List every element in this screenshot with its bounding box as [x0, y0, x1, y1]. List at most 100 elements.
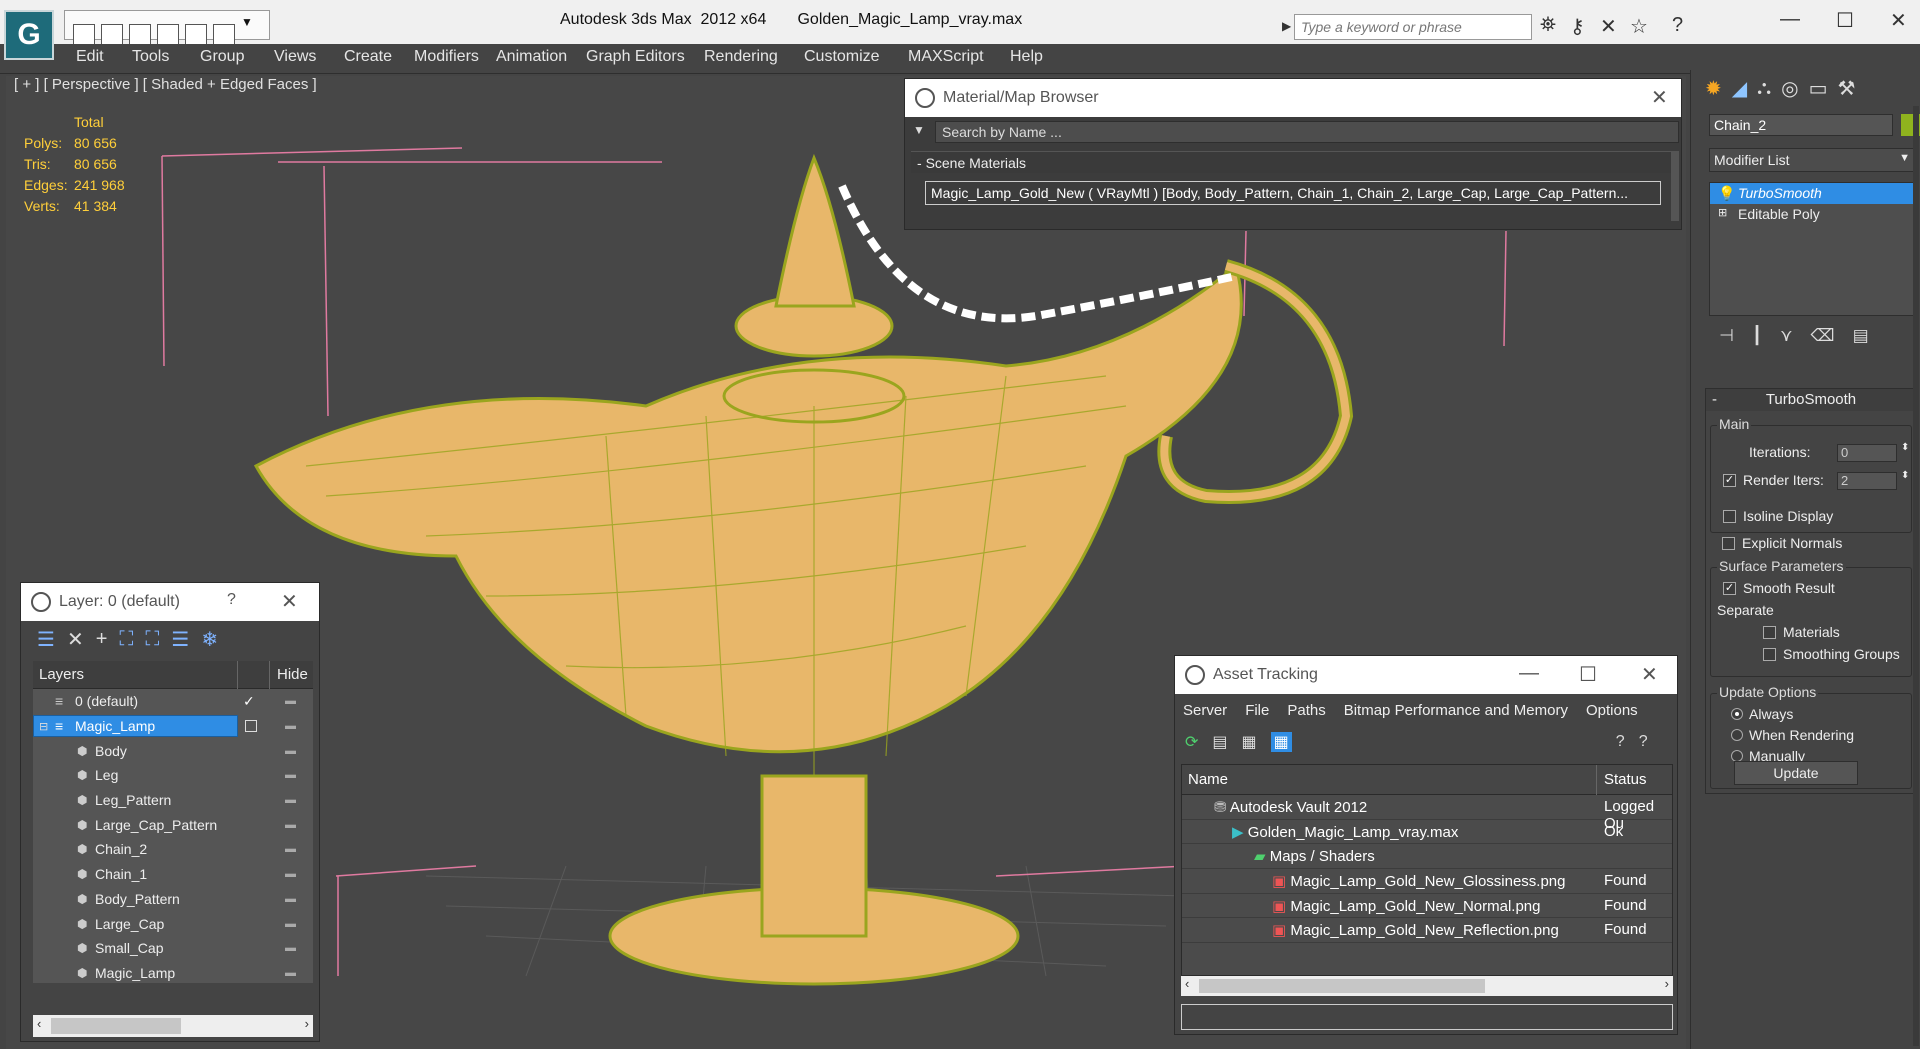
update-button[interactable]: Update: [1734, 761, 1858, 785]
delete-layer-icon[interactable]: ✕: [67, 627, 84, 652]
asset-row[interactable]: ▶ Golden_Magic_Lamp_vray.max Ok: [1182, 820, 1672, 845]
stack-item-editable-poly[interactable]: ⊞ Editable Poly: [1710, 204, 1914, 225]
maximize-icon[interactable]: ☐: [1579, 662, 1597, 687]
menu-file[interactable]: File: [1245, 702, 1269, 719]
help-icon[interactable]: ?: [1616, 733, 1625, 751]
scroll-right-icon[interactable]: ›: [1665, 976, 1669, 991]
hide-toggle[interactable]: ▬: [285, 745, 296, 757]
table-view-icon[interactable]: ▦: [1270, 732, 1292, 752]
column-hide[interactable]: Hide: [277, 666, 308, 683]
show-end-result-icon[interactable]: ┃: [1752, 326, 1762, 352]
scrollbar-thumb[interactable]: [51, 1018, 181, 1034]
utilities-tab-icon[interactable]: ⚒: [1838, 76, 1856, 101]
save-file-icon[interactable]: [101, 24, 123, 46]
turbosmooth-rollout-title[interactable]: - TurboSmooth: [1706, 389, 1916, 411]
menu-paths[interactable]: Paths: [1287, 702, 1325, 719]
binoculars-icon[interactable]: ⛯: [1540, 14, 1556, 37]
current-layer-toggle[interactable]: [245, 720, 257, 733]
hide-toggle[interactable]: ▬: [285, 942, 296, 954]
hierarchy-tab-icon[interactable]: ⛬: [1757, 77, 1771, 100]
separate-materials-checkbox[interactable]: [1763, 626, 1776, 639]
menu-help[interactable]: Help: [1010, 48, 1043, 66]
layer-object-row[interactable]: ⬢ Leg ▬: [33, 763, 313, 788]
whats-this-icon[interactable]: ?: [1639, 733, 1648, 751]
maximize-icon[interactable]: ☐: [1836, 8, 1854, 33]
vertical-scrollbar[interactable]: [1671, 151, 1679, 221]
horizontal-scrollbar[interactable]: ‹ ›: [33, 1015, 313, 1037]
menu-options[interactable]: Options: [1586, 702, 1638, 719]
asset-path-field[interactable]: [1181, 1004, 1673, 1030]
make-unique-icon[interactable]: ⋎: [1780, 326, 1792, 352]
separate-smoothing-groups-checkbox[interactable]: [1763, 648, 1776, 661]
expand-icon[interactable]: ⊞: [1718, 206, 1727, 219]
minimize-icon[interactable]: —: [1780, 8, 1800, 31]
hide-toggle[interactable]: ▬: [285, 868, 296, 880]
freeze-all-layers-icon[interactable]: ❄: [201, 627, 218, 652]
column-name[interactable]: Name: [1188, 771, 1228, 788]
layer-object-row[interactable]: ⬢ Magic_Lamp ▬: [33, 961, 313, 986]
spinner-arrows-icon[interactable]: ⬍: [1901, 470, 1909, 481]
layer-row[interactable]: ⊟ ≡ Magic_Lamp ▬: [33, 714, 313, 739]
scrollbar-thumb[interactable]: [1199, 979, 1485, 993]
spinner-arrows-icon[interactable]: ⬍: [1901, 442, 1909, 453]
horizontal-scrollbar[interactable]: ‹ ›: [1181, 976, 1673, 996]
menu-graph-editors[interactable]: Graph Editors: [586, 48, 685, 66]
help-icon[interactable]: ?: [227, 591, 236, 609]
new-scene-icon[interactable]: [129, 24, 151, 46]
play-arrow-icon[interactable]: ▶: [1282, 19, 1291, 33]
menu-rendering[interactable]: Rendering: [704, 48, 778, 66]
display-tab-icon[interactable]: ▭: [1809, 76, 1828, 101]
layer-object-row[interactable]: ⬢ Chain_2 ▬: [33, 837, 313, 862]
hide-all-layers-icon[interactable]: ☰: [171, 627, 189, 652]
asset-row[interactable]: ▣ Magic_Lamp_Gold_New_Glossiness.png Foun…: [1182, 869, 1672, 894]
current-layer-check-icon[interactable]: ✓: [243, 693, 255, 710]
close-icon[interactable]: ✕: [1890, 8, 1907, 33]
column-layers[interactable]: Layers: [39, 666, 84, 683]
hide-toggle[interactable]: ▬: [285, 794, 296, 806]
menu-maxscript[interactable]: MAXScript: [908, 48, 984, 66]
hide-toggle[interactable]: ▬: [285, 918, 296, 930]
close-icon[interactable]: ✕: [1641, 662, 1658, 687]
layer-panel-title-bar[interactable]: Layer: 0 (default): [21, 583, 319, 621]
menu-customize[interactable]: Customize: [804, 48, 880, 66]
stack-item-turbosmooth[interactable]: 💡 TurboSmooth: [1710, 183, 1914, 204]
viewport-label[interactable]: [ + ] [ Perspective ] [ Shaded + Edged F…: [14, 76, 317, 93]
iterations-spinner[interactable]: 0: [1837, 444, 1897, 462]
layer-object-row[interactable]: ⬢ Body ▬: [33, 738, 313, 763]
menu-edit[interactable]: Edit: [76, 48, 104, 66]
asset-row[interactable]: ▰ Maps / Shaders: [1182, 844, 1672, 870]
highlight-layer-icon[interactable]: ⛶: [145, 628, 159, 651]
close-icon[interactable]: ✕: [1651, 85, 1668, 110]
select-layer-objects-icon[interactable]: ⛶: [119, 628, 133, 651]
minimize-icon[interactable]: —: [1519, 662, 1539, 685]
menu-server[interactable]: Server: [1183, 702, 1227, 719]
close-icon[interactable]: ✕: [281, 589, 298, 614]
hide-toggle[interactable]: ▬: [285, 695, 296, 707]
scene-materials-section[interactable]: - Scene Materials: [911, 151, 1671, 173]
thumbnail-view-icon[interactable]: ▦: [1242, 732, 1257, 752]
isoline-checkbox[interactable]: [1723, 510, 1736, 523]
menu-bitmap-performance[interactable]: Bitmap Performance and Memory: [1344, 702, 1568, 719]
asset-row[interactable]: ⛃ Autodesk Vault 2012 Logged Ou: [1182, 795, 1672, 832]
list-view-icon[interactable]: ▤: [1212, 732, 1227, 752]
hide-toggle[interactable]: ▬: [285, 893, 296, 905]
hold-icon[interactable]: [157, 24, 179, 46]
render-iters-spinner[interactable]: 2: [1837, 472, 1897, 490]
update-always-radio[interactable]: [1731, 708, 1743, 720]
layer-object-row[interactable]: ⬢ Small_Cap ▬: [33, 936, 313, 961]
smooth-result-checkbox[interactable]: ✓: [1723, 582, 1736, 595]
remove-modifier-icon[interactable]: ⌫: [1811, 326, 1835, 352]
pin-stack-icon[interactable]: ⊣: [1719, 326, 1734, 352]
hide-toggle[interactable]: ▬: [285, 843, 296, 855]
asset-tracking-title-bar[interactable]: Asset Tracking: [1175, 656, 1677, 694]
layer-object-row[interactable]: ⬢ Large_Cap_Pattern ▬: [33, 812, 313, 837]
scroll-left-icon[interactable]: ‹: [1185, 976, 1189, 991]
layer-row[interactable]: ≡ 0 (default) ✓ ▬: [33, 689, 313, 714]
update-when-rendering-radio[interactable]: [1731, 729, 1743, 741]
scroll-left-icon[interactable]: ‹: [37, 1016, 41, 1031]
menu-create[interactable]: Create: [344, 48, 392, 66]
hide-toggle[interactable]: ▬: [285, 819, 296, 831]
add-to-layer-icon[interactable]: +: [96, 628, 108, 651]
key-icon[interactable]: ⚷: [1570, 14, 1585, 39]
asset-row[interactable]: ▣ Magic_Lamp_Gold_New_Normal.png Found: [1182, 894, 1672, 919]
